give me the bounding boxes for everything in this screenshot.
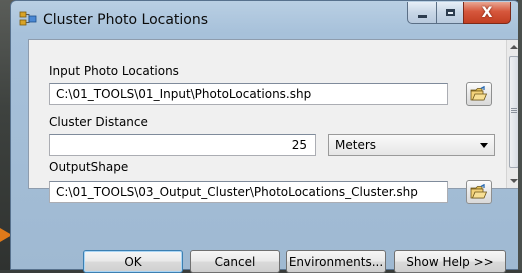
input-photo-locations-label: Input Photo Locations: [49, 64, 179, 78]
distance-unit-value: Meters: [335, 138, 377, 152]
arrow-down-icon: [510, 179, 518, 183]
arrow-up-icon: [510, 45, 518, 49]
browse-input-button[interactable]: [466, 82, 492, 106]
dialog-button-bar: OK Cancel Environments... Show Help >>: [28, 248, 520, 273]
open-folder-icon: [470, 184, 488, 199]
maximize-button[interactable]: [436, 2, 464, 24]
window-title: Cluster Photo Locations: [43, 12, 209, 28]
minimize-icon: [417, 14, 427, 18]
distance-unit-select[interactable]: Meters: [328, 134, 495, 156]
toolbox-script-icon: [19, 11, 37, 26]
open-folder-icon: [470, 86, 488, 101]
chevron-down-icon: [480, 143, 488, 148]
desktop-background-right: [518, 0, 522, 270]
close-icon: X: [481, 4, 493, 21]
input-photo-locations-field[interactable]: C:\01_TOOLS\01_Input\PhotoLocations.shp: [49, 83, 448, 105]
cluster-distance-label: Cluster Distance: [49, 115, 148, 129]
output-shape-field[interactable]: C:\01_TOOLS\03_Output_Cluster\PhotoLocat…: [49, 181, 448, 203]
parameters-panel: Input Photo Locations C:\01_TOOLS\01_Inp…: [28, 39, 521, 204]
output-shape-label: OutputShape: [49, 160, 129, 174]
cluster-distance-input[interactable]: 25: [49, 134, 316, 156]
maximize-icon: [445, 9, 455, 16]
close-button[interactable]: X: [463, 2, 511, 24]
scroll-grip-icon: [511, 108, 517, 109]
tool-dialog-window: Cluster Photo Locations X Input Photo Lo…: [10, 0, 521, 273]
title-bar[interactable]: Cluster Photo Locations X: [11, 1, 519, 39]
minimize-button[interactable]: [407, 2, 437, 24]
browse-output-button[interactable]: [466, 180, 492, 204]
